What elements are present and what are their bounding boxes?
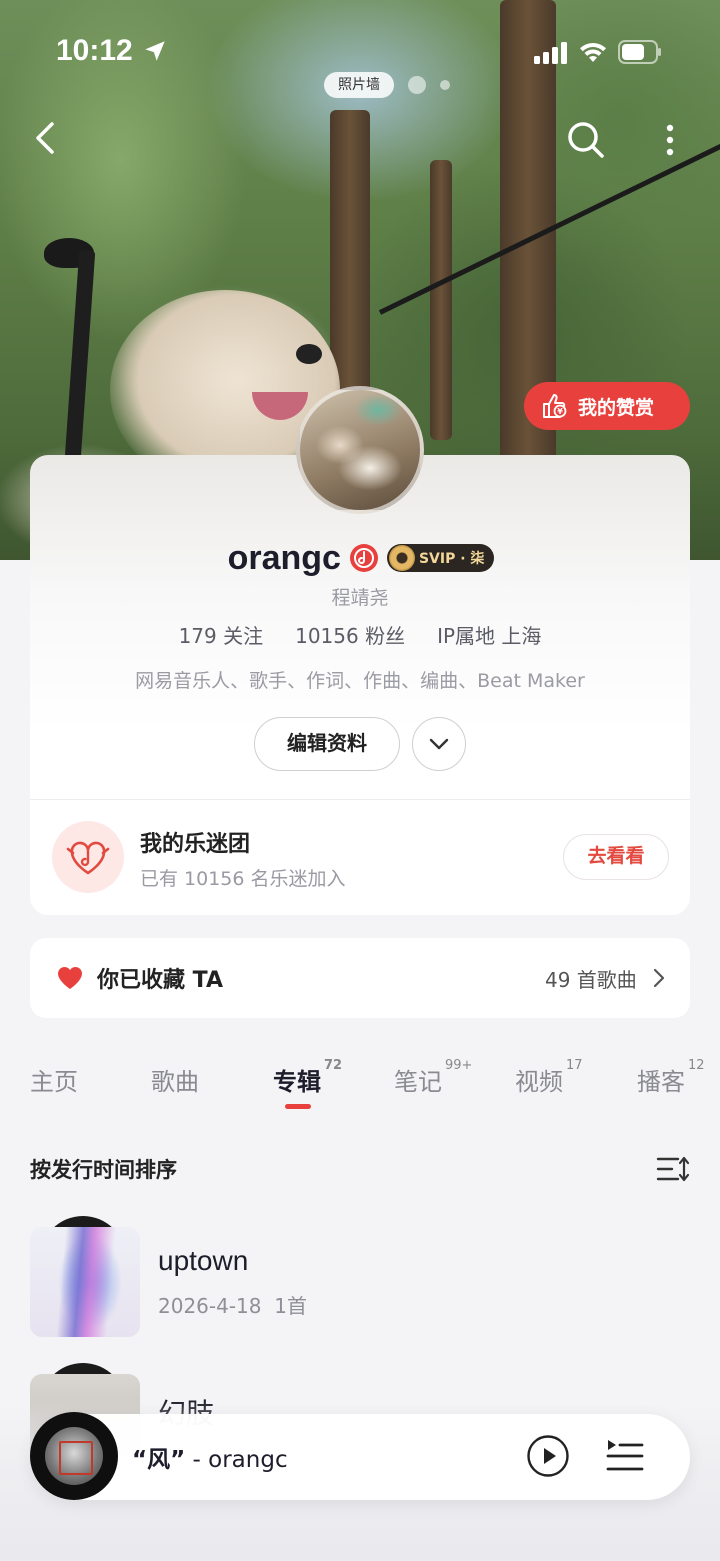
tab-label: 笔记 (394, 1068, 442, 1096)
tab-albums[interactable]: 专辑72 (273, 1058, 342, 1097)
tab-label: 视频 (515, 1068, 563, 1096)
dog-nose (296, 344, 322, 364)
reward-button[interactable]: ¥ 我的赞赏 (524, 382, 690, 430)
tab-label: 播客 (637, 1068, 685, 1096)
tab-label: 专辑 (273, 1068, 321, 1096)
svip-label: SVIP · 柒 (418, 551, 485, 567)
player-cover-art (45, 1427, 103, 1485)
artist-name: - orangc (185, 1447, 288, 1473)
fanclub-icon-bg (52, 821, 124, 893)
tab-count: 99+ (445, 1058, 473, 1073)
stats-row: 179 关注 10156 粉丝 IP属地 上海 (0, 620, 720, 649)
mini-player[interactable] (30, 1414, 690, 1500)
player-song-title[interactable]: “风” - orangc (132, 1440, 288, 1474)
identity-tags: 网易音乐人、歌手、作词、作曲、编曲、Beat Maker (135, 670, 585, 692)
chevron-right-icon (653, 968, 665, 988)
cellular-signal-icon (534, 42, 567, 64)
photo-wall-tab[interactable]: 照片墙 (324, 72, 394, 98)
reward-label: 我的赞赏 (578, 396, 655, 419)
svg-text:¥: ¥ (557, 407, 563, 416)
lamp-post (64, 249, 96, 461)
playlist-icon[interactable] (604, 1436, 646, 1476)
back-arrow-icon[interactable] (28, 116, 62, 160)
svip-badge[interactable]: SVIP · 柒 (386, 544, 495, 572)
vinyl-disc-icon (388, 545, 415, 571)
fanclub-title[interactable]: 我的乐迷团 (140, 826, 250, 858)
heart-icon (57, 966, 83, 989)
album-date: 2026-4-18 (158, 1294, 262, 1318)
tab-count: 72 (324, 1058, 343, 1073)
fans-count[interactable]: 10156 粉丝 (295, 620, 405, 649)
tab-count: 12 (688, 1058, 705, 1073)
play-icon[interactable] (526, 1434, 570, 1478)
tab-label: 主页 (30, 1068, 78, 1096)
fanclub-heart-icon (66, 841, 110, 875)
location-arrow-icon (145, 41, 165, 61)
fanclub-subtitle: 已有 10156 名乐迷加入 (140, 868, 346, 890)
active-tab-indicator (285, 1104, 311, 1109)
collected-label: 你已收藏 TA (97, 968, 223, 993)
search-icon[interactable] (564, 118, 608, 162)
following-count[interactable]: 179 关注 (179, 620, 264, 649)
player-vinyl[interactable] (30, 1412, 118, 1500)
tab-home[interactable]: 主页 (30, 1062, 78, 1097)
name-row: orangc SVIP · 柒 (0, 535, 720, 581)
album-meta: 2026-4-18 1首 (158, 1290, 307, 1319)
battery-icon (618, 40, 661, 64)
song-name: “风” (132, 1447, 186, 1473)
status-time: 10:12 (56, 34, 133, 67)
collected-song-count: 49 首歌曲 (545, 968, 637, 992)
tab-songs[interactable]: 歌曲 (151, 1062, 199, 1097)
sort-icon[interactable] (656, 1154, 690, 1184)
tab-count: 17 (566, 1058, 583, 1073)
avatar[interactable] (296, 386, 424, 514)
tab-label: 歌曲 (151, 1068, 199, 1096)
thumbs-up-coin-icon: ¥ (543, 394, 567, 418)
album-track-count: 1首 (274, 1294, 307, 1318)
tab-videos[interactable]: 视频17 (515, 1058, 583, 1097)
divider (30, 799, 690, 800)
wifi-icon (580, 42, 606, 62)
view-fanclub-button[interactable]: 去看看 (563, 834, 669, 880)
profile-tabs: 主页 歌曲 专辑72 笔记99+ 视频17 播客12 (0, 1058, 720, 1112)
sort-label[interactable]: 按发行时间排序 (30, 1154, 177, 1184)
ip-location: IP属地 上海 (437, 624, 542, 648)
tab-podcasts[interactable]: 播客12 (637, 1058, 705, 1097)
tab-notes[interactable]: 笔记99+ (394, 1058, 472, 1097)
edit-profile-button[interactable]: 编辑资料 (254, 717, 400, 771)
album-cover[interactable] (30, 1227, 140, 1337)
pager-dot[interactable] (440, 80, 450, 90)
profile-name: orangc (227, 538, 341, 577)
tree-trunk (430, 160, 452, 440)
expand-button[interactable] (412, 717, 466, 771)
real-name: 程靖尧 (331, 587, 389, 609)
album-title[interactable]: uptown (158, 1245, 248, 1277)
musician-badge-icon[interactable] (349, 543, 379, 573)
more-icon[interactable] (650, 120, 690, 160)
chevron-down-icon (429, 738, 449, 750)
pager-dot[interactable] (408, 76, 426, 94)
